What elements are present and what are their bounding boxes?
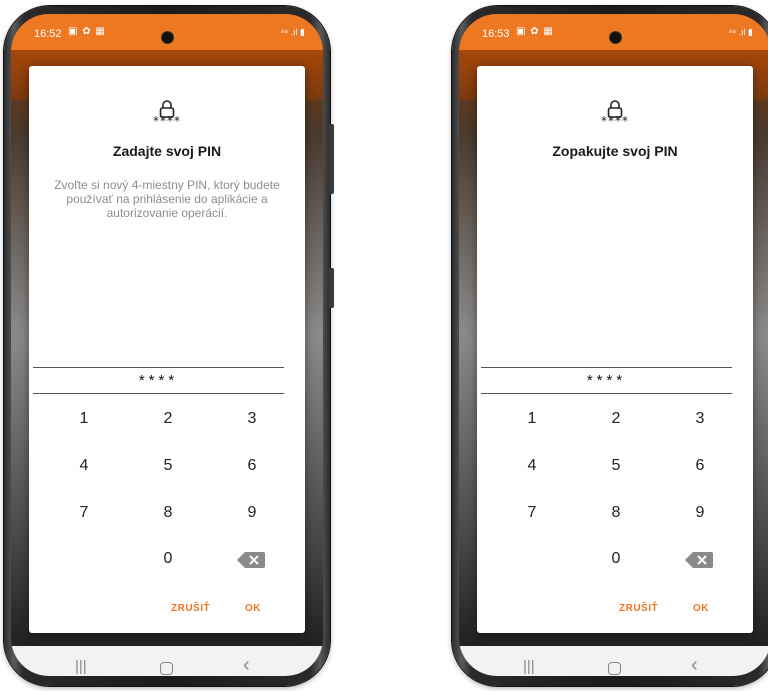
ok-button[interactable]: OK [245, 603, 261, 614]
key-4[interactable]: 4 [502, 457, 562, 475]
key-1[interactable]: 1 [54, 410, 114, 428]
key-2[interactable]: 2 [138, 410, 198, 428]
pin-glyph: **** [601, 114, 629, 128]
pin-input-display[interactable]: **** [33, 372, 284, 389]
key-8[interactable]: 8 [138, 504, 198, 522]
cancel-button[interactable]: ZRUŠIŤ [171, 603, 210, 614]
back-icon[interactable]: ‹ [243, 654, 250, 676]
home-icon[interactable] [160, 662, 173, 675]
front-camera [610, 32, 621, 43]
backspace-icon[interactable] [685, 550, 713, 570]
pin-field-bottom-divider [33, 393, 284, 394]
pin-field-top-divider [481, 367, 732, 368]
key-9[interactable]: 9 [222, 504, 282, 522]
key-6[interactable]: 6 [670, 457, 730, 475]
phone-screen: 16:53 ▣ ✿ ▦ ⁴⁶ .ıl ▮ **** Zopakujte svoj… [459, 14, 768, 676]
pin-field-top-divider [33, 367, 284, 368]
system-status-icons: ⁴⁶ .ıl ▮ [280, 27, 305, 37]
pin-glyph: **** [153, 114, 181, 128]
key-5[interactable]: 5 [586, 457, 646, 475]
dialog-title: Zadajte svoj PIN [112, 143, 222, 159]
key-4[interactable]: 4 [54, 457, 114, 475]
key-8[interactable]: 8 [586, 504, 646, 522]
key-5[interactable]: 5 [138, 457, 198, 475]
back-icon[interactable]: ‹ [691, 654, 698, 676]
cancel-button[interactable]: ZRUŠIŤ [619, 603, 658, 614]
key-1[interactable]: 1 [502, 410, 562, 428]
ok-button[interactable]: OK [693, 603, 709, 614]
pin-field-bottom-divider [481, 393, 732, 394]
home-icon[interactable] [608, 662, 621, 675]
power-button [329, 268, 334, 308]
key-6[interactable]: 6 [222, 457, 282, 475]
notification-icons: ▣ ✿ ▦ [68, 26, 106, 37]
navigation-bar: ||| ‹ [11, 646, 323, 676]
system-status-icons: ⁴⁶ .ıl ▮ [728, 27, 753, 37]
navigation-bar: ||| ‹ [459, 646, 768, 676]
status-time: 16:53 [482, 28, 510, 40]
phone-screen: 16:52 ▣ ✿ ▦ ⁴⁶ .ıl ▮ **** Zadajte svoj P… [11, 14, 323, 676]
dialog-description: Zvoľte si nový 4-miestny PIN, ktorý bude… [54, 178, 280, 220]
key-0[interactable]: 0 [138, 550, 198, 568]
backspace-icon[interactable] [237, 550, 265, 570]
phone-left: 16:52 ▣ ✿ ▦ ⁴⁶ .ıl ▮ **** Zadajte svoj P… [4, 6, 334, 686]
status-time: 16:52 [34, 28, 62, 40]
dialog-title: Zopakujte svoj PIN [552, 143, 678, 159]
notification-icons: ▣ ✿ ▦ [516, 26, 554, 37]
volume-button [329, 124, 334, 194]
pin-input-display[interactable]: **** [481, 372, 732, 389]
key-7[interactable]: 7 [54, 504, 114, 522]
recents-icon[interactable]: ||| [523, 658, 535, 675]
recents-icon[interactable]: ||| [75, 658, 87, 675]
key-2[interactable]: 2 [586, 410, 646, 428]
pin-dialog: **** Zadajte svoj PIN Zvoľte si nový 4-m… [29, 66, 305, 633]
pin-dialog: **** Zopakujte svoj PIN **** 1 2 3 4 5 6… [477, 66, 753, 633]
key-9[interactable]: 9 [670, 504, 730, 522]
key-0[interactable]: 0 [586, 550, 646, 568]
front-camera [162, 32, 173, 43]
key-7[interactable]: 7 [502, 504, 562, 522]
key-3[interactable]: 3 [670, 410, 730, 428]
phone-right: 16:53 ▣ ✿ ▦ ⁴⁶ .ıl ▮ **** Zopakujte svoj… [452, 6, 768, 686]
key-3[interactable]: 3 [222, 410, 282, 428]
